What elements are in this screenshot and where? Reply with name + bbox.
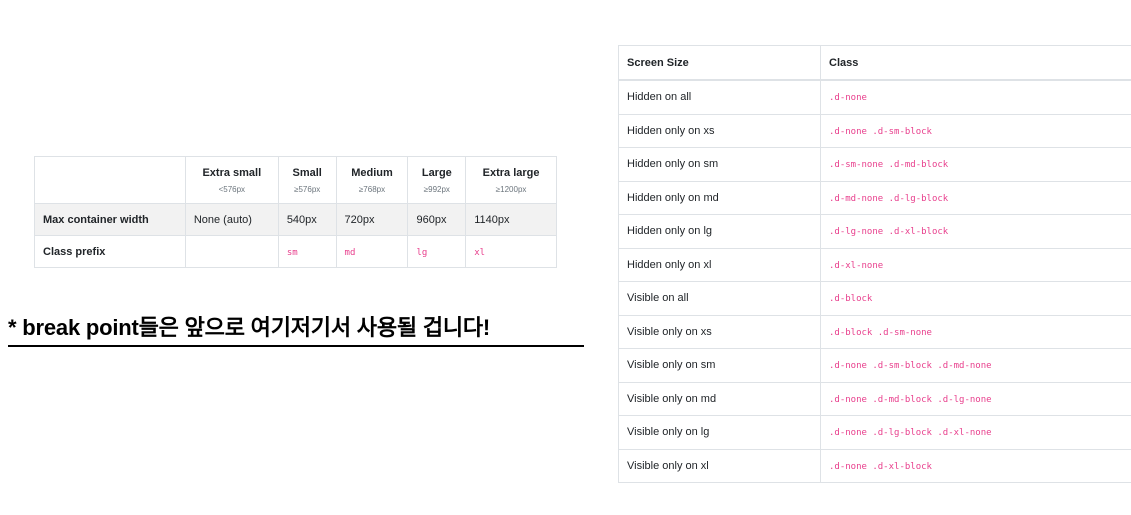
breakpoint-col-lg: Large ≥992px: [407, 156, 467, 204]
breakpoint-range: ≥992px: [423, 184, 450, 194]
class-cell: .d-none .d-sm-block: [820, 113, 1131, 148]
class-code: .d-none .d-xl-block: [829, 461, 932, 472]
screen-size-cell: Visible only on xl: [618, 448, 821, 483]
breakpoint-corner-cell: [34, 156, 186, 204]
table-row: Visible only on md .d-none .d-md-block .…: [618, 381, 1131, 416]
note-underline: [8, 345, 584, 347]
screen-size-cell: Visible only on sm: [618, 348, 821, 383]
table-row: Hidden only on xs .d-none .d-sm-block: [618, 113, 1131, 148]
breakpoint-range: <576px: [218, 184, 246, 194]
table-row: Hidden only on xl .d-xl-none: [618, 247, 1131, 282]
screen-size-cell: Hidden only on xs: [618, 113, 821, 148]
table-row: Hidden only on md .d-md-none .d-lg-block: [618, 180, 1131, 215]
breakpoint-range: ≥576px: [294, 184, 321, 194]
table-cell: md: [335, 235, 409, 268]
breakpoint-col-md: Medium ≥768px: [335, 156, 409, 204]
breakpoint-name: Extra small: [202, 166, 262, 179]
class-cell: .d-sm-none .d-md-block: [820, 147, 1131, 182]
table-row: Visible only on xs .d-block .d-sm-none: [618, 314, 1131, 349]
table-cell: 1140px: [465, 203, 557, 236]
class-prefix-code: xl: [474, 247, 486, 258]
class-cell: .d-block: [820, 281, 1131, 316]
screen-size-cell: Visible on all: [618, 281, 821, 316]
class-cell: .d-block .d-sm-none: [820, 314, 1131, 349]
table-row: Visible only on sm .d-none .d-sm-block .…: [618, 348, 1131, 383]
breakpoint-table: Extra small <576px Small ≥576px Medium ≥…: [34, 156, 557, 268]
class-code: .d-none .d-lg-block .d-xl-none: [829, 428, 992, 439]
table-cell: 720px: [335, 203, 409, 236]
breakpoint-name: Medium: [351, 166, 393, 179]
class-code: .d-none: [829, 93, 867, 104]
class-cell: .d-none: [820, 79, 1131, 115]
breakpoint-name: Small: [292, 166, 322, 179]
class-code: .d-none .d-sm-block .d-md-none: [829, 361, 992, 372]
class-cell: .d-xl-none: [820, 247, 1131, 282]
screen-size-cell: Visible only on lg: [618, 415, 821, 450]
class-cell: .d-md-none .d-lg-block: [820, 180, 1131, 215]
screen-size-cell: Hidden only on xl: [618, 247, 821, 282]
breakpoint-range: ≥1200px: [495, 184, 527, 194]
table-row: Visible only on lg .d-none .d-lg-block .…: [618, 415, 1131, 450]
breakpoint-col-sm: Small ≥576px: [277, 156, 337, 204]
table-cell: 960px: [407, 203, 467, 236]
breakpoint-range: ≥768px: [358, 184, 386, 194]
breakpoint-col-xl: Extra large ≥1200px: [465, 156, 557, 204]
breakpoint-header-row: Extra small <576px Small ≥576px Medium ≥…: [34, 156, 557, 204]
class-code: .d-xl-none: [829, 260, 884, 271]
table-row: Hidden only on sm .d-sm-none .d-md-block: [618, 147, 1131, 182]
container-width-row: Max container width None (auto) 540px 72…: [34, 203, 557, 236]
screen-size-header: Screen Size: [618, 45, 821, 81]
table-cell: 540px: [277, 203, 337, 236]
table-cell: xl: [465, 235, 557, 268]
class-code: .d-block .d-sm-none: [829, 327, 932, 338]
class-prefix-code: md: [344, 247, 356, 258]
table-cell: [184, 235, 279, 268]
table-cell: sm: [277, 235, 337, 268]
class-code: .d-none .d-sm-block: [829, 126, 932, 137]
visibility-header-row: Screen Size Class: [618, 45, 1131, 81]
class-cell: .d-none .d-sm-block .d-md-none: [820, 348, 1131, 383]
class-prefix-row: Class prefix sm md lg xl: [34, 235, 557, 268]
screen-size-cell: Hidden only on md: [618, 180, 821, 215]
class-code: .d-none .d-md-block .d-lg-none: [829, 394, 992, 405]
table-cell: None (auto): [184, 203, 279, 236]
screen-size-cell: Visible only on xs: [618, 314, 821, 349]
breakpoint-name: Extra large: [482, 166, 540, 179]
table-row: Visible on all .d-block: [618, 281, 1131, 316]
table-cell: lg: [407, 235, 467, 268]
class-code: .d-block: [829, 294, 873, 305]
table-row: Hidden on all .d-none: [618, 79, 1131, 115]
visibility-table: Screen Size Class Hidden on all .d-none …: [618, 45, 1131, 483]
class-cell: .d-none .d-lg-block .d-xl-none: [820, 415, 1131, 450]
class-cell: .d-none .d-md-block .d-lg-none: [820, 381, 1131, 416]
class-prefix-code: sm: [286, 247, 298, 258]
table-row: Hidden only on lg .d-lg-none .d-xl-block: [618, 214, 1131, 249]
class-prefix-code: lg: [416, 247, 428, 258]
class-header: Class: [820, 45, 1131, 81]
class-code: .d-md-none .d-lg-block: [829, 193, 949, 204]
screen-size-cell: Hidden on all: [618, 79, 821, 115]
breakpoint-note: * break point들은 앞으로 여기저기서 사용될 겁니다!: [8, 315, 491, 340]
row-label: Class prefix: [34, 235, 186, 268]
screen-size-cell: Visible only on md: [618, 381, 821, 416]
class-code: .d-sm-none .d-md-block: [829, 160, 949, 171]
screen-size-cell: Hidden only on lg: [618, 214, 821, 249]
breakpoint-col-xs: Extra small <576px: [184, 156, 279, 204]
class-cell: .d-none .d-xl-block: [820, 448, 1131, 483]
screen-size-cell: Hidden only on sm: [618, 147, 821, 182]
table-row: Visible only on xl .d-none .d-xl-block: [618, 448, 1131, 483]
row-label: Max container width: [34, 203, 186, 236]
class-cell: .d-lg-none .d-xl-block: [820, 214, 1131, 249]
class-code: .d-lg-none .d-xl-block: [829, 227, 949, 238]
breakpoint-name: Large: [421, 166, 452, 179]
